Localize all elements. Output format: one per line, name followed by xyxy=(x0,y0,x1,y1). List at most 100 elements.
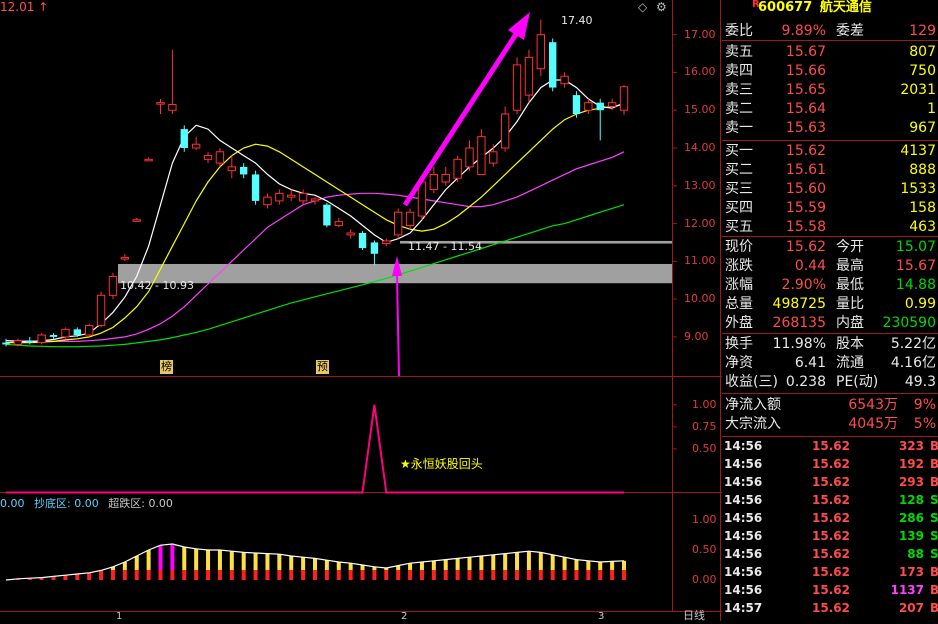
osc-bar-base xyxy=(241,570,246,580)
stat-row-value2: 0.99 xyxy=(904,296,936,312)
box-upper-label: 11.47 - 11.54 xyxy=(408,240,482,253)
price-tick: 11.00 xyxy=(684,254,716,268)
date-tick-1: 1 xyxy=(116,611,123,622)
osc-bar-base xyxy=(431,570,436,580)
stat-row[interactable]: 总量 498725 量比 0.99 xyxy=(722,295,938,313)
price-tick: 14.00 xyxy=(684,141,716,154)
stat-row-label: 总量 xyxy=(725,296,753,312)
stat-row-value: 0.44 xyxy=(794,258,826,274)
stat-row-label2: 流通 xyxy=(836,355,864,371)
up-arrow-annotation xyxy=(402,12,530,207)
flow-row[interactable]: 净流入额 6543万 9% xyxy=(722,396,938,414)
candle-body xyxy=(37,334,46,344)
stat-row[interactable]: 收益(三) 0.238 PE(动) 49.3 xyxy=(722,373,938,391)
ask-row-value: 15.67 xyxy=(785,44,826,60)
ask-row[interactable]: 卖五 15.67 807 xyxy=(722,43,938,61)
weibi-row[interactable]: 委比 9.89% 委差 129 xyxy=(722,22,938,40)
trade-volume: 207 xyxy=(898,601,924,615)
trade-row[interactable]: 14:56 15.62 1137 B xyxy=(722,581,938,599)
candle-body xyxy=(61,328,70,338)
trade-row[interactable]: 14:56 15.62 192 B xyxy=(722,455,938,473)
trade-price: 15.62 xyxy=(812,475,850,489)
osc-bar-base xyxy=(455,570,460,580)
stat-row[interactable]: 涨跌 0.44 最高 15.67 xyxy=(722,257,938,275)
ask-row[interactable]: 卖一 15.63 967 xyxy=(722,119,938,137)
trade-row[interactable]: 14:56 15.62 139 S xyxy=(722,527,938,545)
signal-pane[interactable] xyxy=(6,404,677,494)
osc-bar-base xyxy=(313,570,317,580)
ask-row[interactable]: 卖四 15.66 750 xyxy=(722,62,938,80)
price-pane[interactable] xyxy=(2,19,677,348)
trade-time: 14:56 xyxy=(724,475,763,489)
trade-row[interactable]: 14:56 15.62 286 S xyxy=(722,509,938,527)
star-icon: ★ xyxy=(400,457,411,471)
bid-row[interactable]: 买一 15.62 4137 xyxy=(722,142,938,160)
candle-body xyxy=(263,196,272,206)
bid-row[interactable]: 买五 15.58 463 xyxy=(722,218,938,236)
date-tick-3: 3 xyxy=(598,611,605,622)
diamond-icon[interactable]: ◇ xyxy=(638,0,647,14)
ask-row[interactable]: 卖二 15.64 1 xyxy=(722,100,938,118)
trade-row[interactable]: 14:56 15.62 173 B xyxy=(722,563,938,581)
oscillator-pane[interactable] xyxy=(5,543,626,581)
stat-row-label: 外盘 xyxy=(725,315,753,331)
bid-row[interactable]: 买二 15.61 888 xyxy=(722,161,938,179)
trade-price: 15.62 xyxy=(812,457,850,471)
osc-bar-base xyxy=(491,570,496,580)
osc-bar-base xyxy=(122,570,127,580)
stat-row[interactable]: 净资 6.41 流通 4.16亿 xyxy=(722,354,938,372)
stat-row-value2: 15.67 xyxy=(895,258,936,274)
osc-bar-base xyxy=(336,570,341,580)
stat-row[interactable]: 换手 11.98% 股本 5.22亿 xyxy=(722,335,938,353)
osc-bar xyxy=(277,554,282,570)
ask-row-value: 15.66 xyxy=(785,63,826,79)
stat-row[interactable]: 涨幅 2.90% 最低 14.88 xyxy=(722,276,938,294)
osc-bar-base xyxy=(372,570,377,580)
osc-bar-base xyxy=(396,570,401,580)
stat-row[interactable]: 外盘 268135 内盘 230590 xyxy=(722,314,938,332)
trade-row[interactable]: 14:56 15.62 128 S xyxy=(722,491,938,509)
bid-row-value: 15.60 xyxy=(785,181,826,197)
candle-body xyxy=(120,257,130,260)
stat-row-value2: 4.16亿 xyxy=(890,355,936,371)
osc-bar-base xyxy=(526,570,531,580)
osc-bar-base xyxy=(586,570,591,580)
stat-row-value: 2.90% xyxy=(781,277,826,293)
candle-body xyxy=(298,192,308,202)
stat-row-value: 268135 xyxy=(772,315,826,331)
candle-body xyxy=(203,155,213,160)
flow-row[interactable]: 大宗流入 4045万 5% xyxy=(722,415,938,433)
candle-body xyxy=(26,340,34,343)
gear-icon[interactable]: ⚙ xyxy=(656,0,667,14)
stat-row-label2: 最低 xyxy=(836,277,864,293)
stat-row[interactable]: 现价 15.62 今开 15.07 xyxy=(722,238,938,256)
ask-row-value2: 967 xyxy=(909,120,936,136)
osc-name-3: 超跌区: xyxy=(108,497,145,510)
osc-bar-base xyxy=(324,570,329,580)
bid-row[interactable]: 买四 15.59 158 xyxy=(722,199,938,217)
trade-side: B xyxy=(930,457,938,471)
trade-side: S xyxy=(930,529,938,543)
candle-body xyxy=(536,34,545,70)
candle-body xyxy=(512,64,522,111)
osc-value-1: 0.00 xyxy=(0,497,25,510)
price-tick: 10.00 xyxy=(684,292,716,306)
osc-bar-base xyxy=(134,570,139,580)
trade-row[interactable]: 14:57 15.62 207 B xyxy=(722,599,938,617)
divider xyxy=(722,140,938,141)
bid-row[interactable]: 买三 15.60 1533 xyxy=(722,180,938,198)
osc-bar xyxy=(622,560,626,570)
ask-row[interactable]: 卖三 15.65 2031 xyxy=(722,81,938,99)
candle-body xyxy=(96,294,106,327)
trade-row[interactable]: 14:56 15.62 293 B xyxy=(722,473,938,491)
trade-row[interactable]: 14:56 15.62 323 B xyxy=(722,437,938,455)
price-tick: 17.00 xyxy=(684,27,716,41)
flow-label: 净流入额 xyxy=(725,397,781,413)
chart-canvas[interactable] xyxy=(0,0,722,621)
osc-bar-base xyxy=(206,570,211,580)
trade-price: 15.62 xyxy=(812,529,850,543)
osc-bar xyxy=(122,562,127,570)
trade-time: 14:56 xyxy=(724,583,763,597)
ask-row-value2: 1 xyxy=(927,101,936,117)
trade-row[interactable]: 14:56 15.62 88 S xyxy=(722,545,938,563)
